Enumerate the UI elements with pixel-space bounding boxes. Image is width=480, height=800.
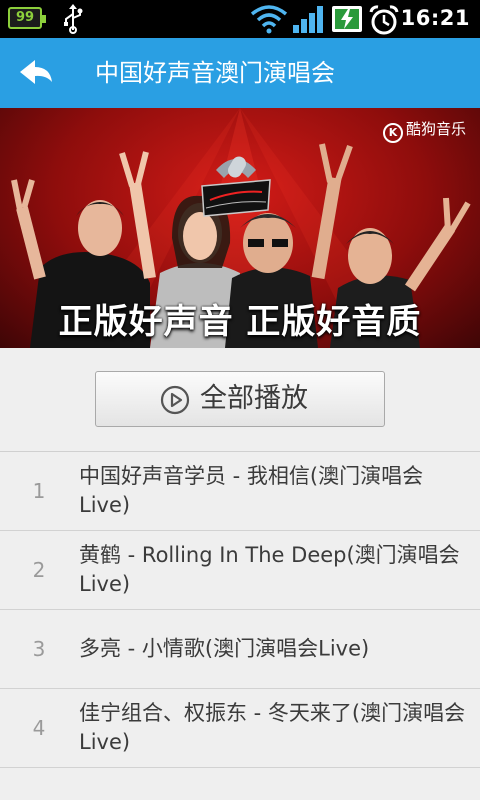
song-row[interactable]: 1 中国好声音学员 - 我相信(澳门演唱会Live) — [0, 452, 480, 531]
play-all-button[interactable]: 全部播放 — [95, 371, 385, 427]
album-banner[interactable]: K 酷狗音乐 正版好声音 正版好音质 — [0, 108, 480, 348]
song-row[interactable]: 4 佳宁组合、权振东 - 冬天来了(澳门演唱会Live) — [0, 689, 480, 768]
song-index: 2 — [32, 558, 46, 582]
kugou-k-icon: K — [382, 123, 403, 143]
song-index: 3 — [32, 637, 46, 661]
kugou-brand: K 酷狗音乐 — [382, 118, 466, 143]
song-index: 1 — [32, 479, 46, 503]
page-title: 中国好声音澳门演唱会 — [95, 59, 335, 87]
song-row[interactable]: 2 黄鹤 - Rolling In The Deep(澳门演唱会Live) — [0, 531, 480, 610]
signal-icon — [293, 6, 323, 33]
song-title: 佳宁组合、权振东 - 冬天来了(澳门演唱会Live) — [79, 701, 466, 754]
usb-icon — [64, 4, 83, 34]
app-header: 中国好声音澳门演唱会 — [0, 38, 480, 108]
kugou-brand-label: 酷狗音乐 — [405, 120, 466, 138]
play-all-label: 全部播放 — [200, 383, 308, 414]
status-bar: 99 16:21 — [0, 0, 480, 38]
play-all-section: 全部播放 — [0, 348, 480, 452]
banner-caption: 正版好声音 正版好音质 — [58, 302, 422, 342]
back-arrow-icon[interactable] — [10, 50, 62, 96]
song-row[interactable]: 3 多亮 - 小情歌(澳门演唱会Live) — [0, 610, 480, 689]
battery-level: 99 — [15, 10, 35, 25]
battery-icon: 99 — [8, 7, 46, 29]
play-circle-icon — [160, 385, 190, 415]
song-title: 多亮 - 小情歌(澳门演唱会Live) — [79, 636, 370, 661]
song-title: 中国好声音学员 - 我相信(澳门演唱会Live) — [79, 464, 424, 517]
song-index: 4 — [32, 716, 46, 740]
charging-icon — [332, 6, 362, 32]
song-title: 黄鹤 - Rolling In The Deep(澳门演唱会Live) — [79, 543, 460, 596]
clock: 16:21 — [400, 6, 470, 30]
alarm-icon — [369, 5, 399, 35]
voice-of-china-logo — [201, 156, 271, 217]
song-list: 1 中国好声音学员 - 我相信(澳门演唱会Live) 2 黄鹤 - Rollin… — [0, 452, 480, 768]
wifi-icon — [250, 5, 288, 34]
